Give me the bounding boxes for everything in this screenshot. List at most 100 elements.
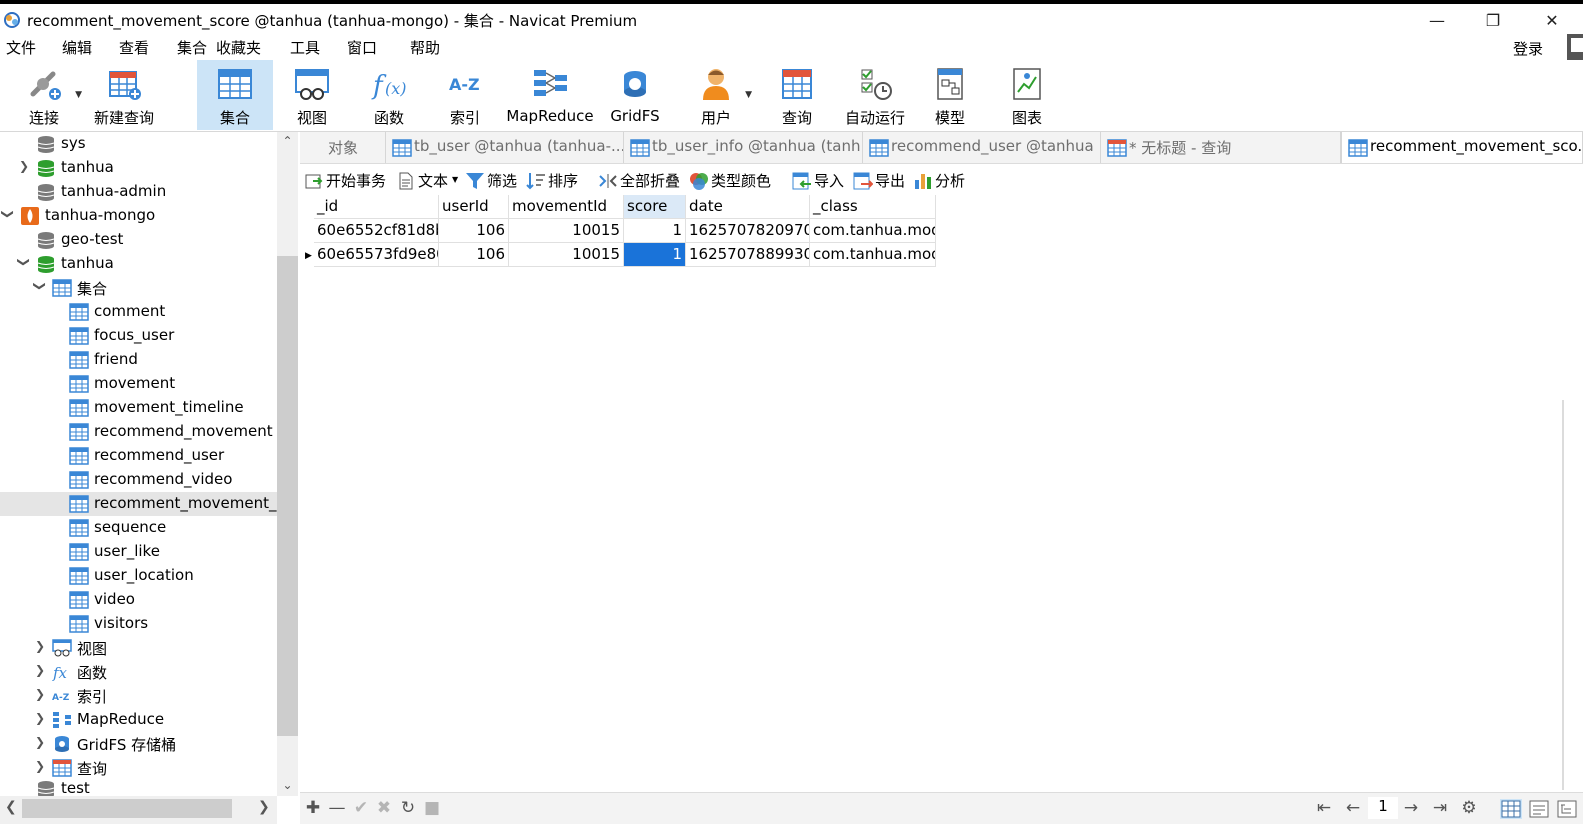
tree-collection-user-like[interactable]: user_like: [0, 540, 277, 564]
selected-table-cell[interactable]: 1: [624, 243, 686, 267]
table-cell[interactable]: 60e6552cf81d8b: [314, 219, 439, 243]
restore-button[interactable]: ❐: [1470, 8, 1516, 34]
collapse-all-button[interactable]: 全部折叠: [598, 170, 684, 192]
text-view-button[interactable]: 文本 ▼: [396, 170, 458, 192]
chevron-right-icon[interactable]: ❯: [18, 159, 30, 173]
table-cell[interactable]: 106: [439, 219, 509, 243]
tree-group-mapreduce[interactable]: ❯ MapReduce: [0, 708, 277, 732]
column-header-movementid[interactable]: movementId: [509, 195, 624, 219]
table-cell[interactable]: com.tanhua.mode: [810, 243, 936, 267]
menu-collection[interactable]: 集合: [177, 37, 207, 58]
tree-group-indexes[interactable]: ❯ A-Z 索引: [0, 684, 277, 708]
chevron-right-icon[interactable]: ❯: [34, 663, 46, 677]
grid-vertical-scrollbar[interactable]: [1562, 195, 1583, 792]
type-color-button[interactable]: 类型颜色: [689, 170, 775, 192]
first-page-icon[interactable]: ⇤: [1313, 798, 1335, 818]
table-cell[interactable]: 10015: [509, 243, 624, 267]
scrollbar-thumb[interactable]: [22, 799, 232, 818]
scrollbar-thumb[interactable]: [277, 256, 298, 736]
user-button[interactable]: 用户 ▼: [688, 60, 752, 130]
tab-objects[interactable]: 对象: [300, 132, 386, 163]
new-query-button[interactable]: 新建查询: [90, 60, 158, 130]
tree-group-functions[interactable]: ❯ fx 函数: [0, 660, 277, 684]
tree-collection-friend[interactable]: friend: [0, 348, 277, 372]
chevron-down-icon[interactable]: ❯: [17, 256, 31, 268]
analyze-button[interactable]: 分析: [913, 170, 969, 192]
sort-button[interactable]: 排序: [526, 170, 582, 192]
form-view-icon[interactable]: [1528, 799, 1550, 819]
column-header-date[interactable]: date: [686, 195, 810, 219]
import-button[interactable]: 导入: [792, 170, 848, 192]
gridfs-button[interactable]: GridFS: [605, 60, 665, 130]
table-cell[interactable]: 1625707820970: [686, 219, 810, 243]
tree-group-gridfs[interactable]: ❯ GridFS 存储桶: [0, 732, 277, 756]
menu-help[interactable]: 帮助: [410, 37, 440, 58]
user-avatar-icon[interactable]: [1567, 34, 1583, 60]
close-button[interactable]: ✕: [1529, 8, 1575, 34]
connect-dropdown-icon[interactable]: ▼: [75, 90, 82, 100]
discard-changes-icon[interactable]: ✖: [373, 798, 395, 818]
settings-gear-icon[interactable]: ⚙: [1458, 798, 1480, 818]
tree-db-geo-test[interactable]: geo-test: [0, 228, 277, 252]
collection-button[interactable]: 集合: [197, 60, 273, 130]
delete-record-icon[interactable]: —: [326, 798, 348, 818]
table-cell[interactable]: 1: [624, 219, 686, 243]
chevron-right-icon[interactable]: ❯: [34, 735, 46, 749]
sidebar-vertical-scrollbar[interactable]: ⌃ ⌄: [277, 132, 298, 796]
begin-transaction-button[interactable]: 开始事务: [304, 170, 390, 192]
menu-tools[interactable]: 工具: [290, 37, 320, 58]
tab-tb-user-info[interactable]: tb_user_info @tanhua (tanh...: [624, 132, 863, 163]
tab-recommend-user[interactable]: recommend_user @tanhua ...: [863, 132, 1101, 163]
chevron-down-icon[interactable]: ❯: [1, 208, 15, 220]
menu-favorites[interactable]: 收藏夹: [216, 37, 261, 58]
function-button[interactable]: f (x) 函数: [360, 60, 418, 130]
menu-file[interactable]: 文件: [6, 37, 36, 58]
next-page-icon[interactable]: →: [1400, 798, 1422, 818]
tree-db-test[interactable]: test: [0, 777, 277, 796]
user-dropdown-icon[interactable]: ▼: [745, 90, 752, 100]
connect-button[interactable]: 连接 ▼: [14, 60, 82, 130]
sidebar-horizontal-scrollbar[interactable]: ❮ ❯: [0, 796, 277, 824]
column-header-score[interactable]: score: [624, 195, 686, 219]
tree-collection-focus-user[interactable]: focus_user: [0, 324, 277, 348]
menu-window[interactable]: 窗口: [347, 37, 377, 58]
refresh-icon[interactable]: ↻: [397, 798, 419, 818]
export-button[interactable]: 导出: [853, 170, 909, 192]
scroll-down-icon[interactable]: ⌄: [277, 778, 298, 792]
tree-collection-visitors[interactable]: visitors: [0, 612, 277, 636]
menu-edit[interactable]: 编辑: [62, 37, 92, 58]
tree-collection-movement[interactable]: movement: [0, 372, 277, 396]
tree-collection-sequence[interactable]: sequence: [0, 516, 277, 540]
tree-collection-user-location[interactable]: user_location: [0, 564, 277, 588]
scroll-left-icon[interactable]: ❮: [5, 799, 17, 815]
view-button[interactable]: 视图: [282, 60, 342, 130]
table-cell[interactable]: 60e65573fd9e80: [314, 243, 439, 267]
tree-db-tanhua[interactable]: ❯ tanhua: [0, 156, 277, 180]
filter-button[interactable]: 筛选: [465, 170, 521, 192]
chevron-right-icon[interactable]: ❯: [34, 711, 46, 725]
tree-collection-video[interactable]: video: [0, 588, 277, 612]
table-cell[interactable]: 1625707889930: [686, 243, 810, 267]
grid-view-icon[interactable]: [1500, 799, 1522, 819]
login-link[interactable]: 登录: [1513, 38, 1543, 59]
tree-collection-recommend-user[interactable]: recommend_user: [0, 444, 277, 468]
tree-collection-comment[interactable]: comment: [0, 300, 277, 324]
column-header-id[interactable]: _id: [314, 195, 439, 219]
minimize-button[interactable]: —: [1414, 8, 1460, 34]
column-header-userid[interactable]: userId: [439, 195, 509, 219]
last-page-icon[interactable]: ⇥: [1429, 798, 1451, 818]
chevron-right-icon[interactable]: ❯: [34, 687, 46, 701]
table-cell[interactable]: 10015: [509, 219, 624, 243]
apply-changes-icon[interactable]: ✔: [350, 798, 372, 818]
chevron-down-icon[interactable]: ❯: [33, 280, 47, 292]
tab-untitled-query[interactable]: * 无标题 - 查询: [1101, 132, 1341, 163]
tree-collection-recommend-video[interactable]: recommend_video: [0, 468, 277, 492]
tree-view-icon[interactable]: [1556, 799, 1578, 819]
tree-group-views[interactable]: ❯ 视图: [0, 636, 277, 660]
previous-page-icon[interactable]: ←: [1342, 798, 1364, 818]
tree-db-sys[interactable]: sys: [0, 132, 277, 156]
menu-view[interactable]: 查看: [119, 37, 149, 58]
table-cell[interactable]: 106: [439, 243, 509, 267]
tree-connection-tanhua-mongo[interactable]: ❯ tanhua-mongo: [0, 204, 277, 228]
tree-db-tanhua-admin[interactable]: tanhua-admin: [0, 180, 277, 204]
